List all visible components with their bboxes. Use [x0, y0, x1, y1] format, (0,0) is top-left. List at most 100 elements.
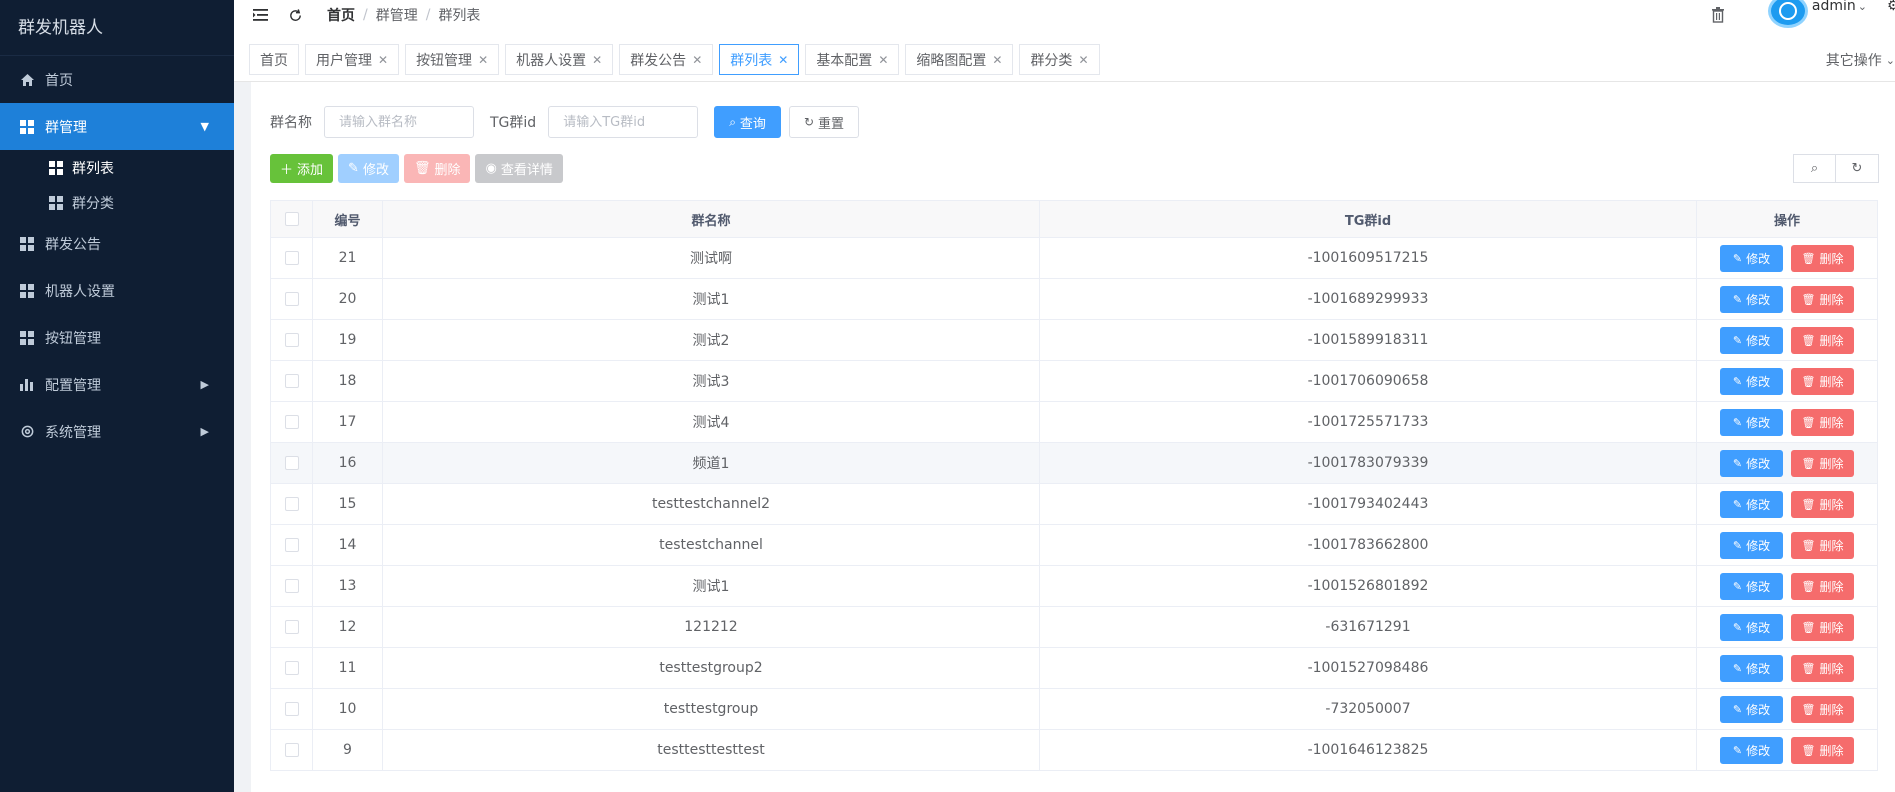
row-delete-button[interactable]: 🗑 删除 [1791, 531, 1854, 559]
close-icon[interactable]: ✕ [778, 53, 788, 67]
select-cell[interactable] [270, 483, 313, 525]
row-checkbox[interactable] [284, 292, 299, 306]
row-delete-button[interactable]: 🗑 删除 [1791, 654, 1854, 682]
row-edit-button[interactable]: ✎ 修改 [1720, 408, 1783, 436]
row-delete-button[interactable]: 🗑 删除 [1791, 736, 1854, 764]
row-edit-button[interactable]: ✎ 修改 [1720, 531, 1783, 559]
sidebar-item-button-management[interactable]: 按钮管理 [0, 314, 234, 361]
refresh-icon[interactable] [285, 5, 305, 25]
row-delete-button[interactable]: 🗑 删除 [1791, 490, 1854, 518]
refresh-button[interactable]: ↻ [1836, 154, 1879, 183]
tab-tag[interactable]: 群分类 ✕ [1019, 44, 1100, 75]
row-checkbox[interactable] [284, 661, 299, 675]
row-checkbox[interactable] [284, 456, 299, 470]
row-checkbox[interactable] [284, 497, 299, 511]
row-delete-button[interactable]: 🗑 删除 [1791, 408, 1854, 436]
query-button[interactable]: ⌕ 查询 [714, 106, 781, 138]
add-button[interactable]: ＋ 添加 [270, 154, 334, 183]
row-edit-button[interactable]: ✎ 修改 [1720, 572, 1783, 600]
row-edit-button[interactable]: ✎ 修改 [1720, 613, 1783, 641]
table-row[interactable]: 18 测试3 -1001706090658 ✎ 修改 🗑 删除 [270, 360, 1878, 402]
tg-id-input[interactable] [548, 106, 699, 138]
group-name-input[interactable] [324, 106, 474, 138]
breadcrumb-item[interactable]: 首页 [327, 5, 355, 25]
select-cell[interactable] [270, 278, 313, 320]
row-edit-button[interactable]: ✎ 修改 [1720, 654, 1783, 682]
row-checkbox[interactable] [284, 415, 299, 429]
select-all-cell[interactable] [270, 200, 313, 238]
reset-button[interactable]: ↻ 重置 [788, 106, 860, 138]
edit-button[interactable]: ✎ 修改 [338, 154, 399, 183]
row-delete-button[interactable]: 🗑 删除 [1791, 367, 1854, 395]
table-row[interactable]: 12 121212 -631671291 ✎ 修改 🗑 删除 [270, 606, 1878, 648]
select-cell[interactable] [270, 360, 313, 402]
tab-tag[interactable]: 群发公告 ✕ [619, 44, 714, 75]
row-delete-button[interactable]: 🗑 删除 [1791, 285, 1854, 313]
close-icon[interactable]: ✕ [992, 53, 1002, 67]
settings-icon[interactable]: ⚙ [1887, 0, 1895, 14]
tab-tag[interactable]: 机器人设置 ✕ [505, 44, 614, 75]
table-row[interactable]: 11 testtestgroup2 -1001527098486 ✎ 修改 🗑 删除 [270, 647, 1878, 689]
select-cell[interactable] [270, 524, 313, 566]
row-edit-button[interactable]: ✎ 修改 [1720, 490, 1783, 518]
table-row[interactable]: 17 测试4 -1001725571733 ✎ 修改 🗑 删除 [270, 401, 1878, 443]
sidebar-item-home[interactable]: 首页 [0, 56, 234, 103]
tab-tag[interactable]: 用户管理 ✕ [305, 44, 400, 75]
row-checkbox[interactable] [284, 538, 299, 552]
select-cell[interactable] [270, 237, 313, 279]
row-delete-button[interactable]: 🗑 删除 [1791, 326, 1854, 354]
search-toggle-button[interactable]: ⌕ [1793, 154, 1836, 183]
tab-tag[interactable]: 基本配置 ✕ [805, 44, 900, 75]
row-edit-button[interactable]: ✎ 修改 [1720, 695, 1783, 723]
row-delete-button[interactable]: 🗑 删除 [1791, 695, 1854, 723]
tab-tag[interactable]: 首页 [249, 44, 299, 75]
close-icon[interactable]: ✕ [478, 53, 488, 67]
table-row[interactable]: 20 测试1 -1001689299933 ✎ 修改 🗑 删除 [270, 278, 1878, 320]
row-checkbox[interactable] [284, 579, 299, 593]
row-edit-button[interactable]: ✎ 修改 [1720, 285, 1783, 313]
close-icon[interactable]: ✕ [592, 53, 602, 67]
table-row[interactable]: 14 testestchannel -1001783662800 ✎ 修改 🗑 删除 [270, 524, 1878, 566]
row-checkbox[interactable] [284, 702, 299, 716]
select-cell[interactable] [270, 319, 313, 361]
sidebar-item-broadcast[interactable]: 群发公告 [0, 220, 234, 267]
sidebar-item-bot-settings[interactable]: 机器人设置 [0, 267, 234, 314]
select-cell[interactable] [270, 688, 313, 730]
close-icon[interactable]: ✕ [878, 53, 888, 67]
user-name[interactable]: admin [1812, 0, 1856, 14]
row-edit-button[interactable]: ✎ 修改 [1720, 367, 1783, 395]
row-checkbox[interactable] [284, 333, 299, 347]
table-row[interactable]: 9 testtesttesttest -1001646123825 ✎ 修改 🗑 删除 [270, 729, 1878, 771]
row-checkbox[interactable] [284, 374, 299, 388]
row-checkbox[interactable] [284, 743, 299, 757]
sidebar-subitem-group-category[interactable]: 群分类 [0, 185, 234, 220]
sidebar-item-config-management[interactable]: 配置管理 ▶ [0, 361, 234, 408]
row-edit-button[interactable]: ✎ 修改 [1720, 244, 1783, 272]
table-row[interactable]: 21 测试啊 -1001609517215 ✎ 修改 🗑 删除 [270, 237, 1878, 279]
tab-tag[interactable]: 缩略图配置 ✕ [905, 44, 1014, 75]
table-row[interactable]: 10 testtestgroup -732050007 ✎ 修改 🗑 删除 [270, 688, 1878, 730]
row-delete-button[interactable]: 🗑 删除 [1791, 613, 1854, 641]
avatar[interactable] [1767, 0, 1808, 28]
chevron-down-icon[interactable]: ⌄ [1858, 0, 1867, 13]
row-edit-button[interactable]: ✎ 修改 [1720, 326, 1783, 354]
close-icon[interactable]: ✕ [378, 53, 388, 67]
row-edit-button[interactable]: ✎ 修改 [1720, 449, 1783, 477]
other-operations-dropdown[interactable]: 其它操作 ⌄ [1826, 38, 1895, 82]
select-cell[interactable] [270, 565, 313, 607]
hamburger-icon[interactable] [250, 5, 270, 25]
table-row[interactable]: 16 频道1 -1001783079339 ✎ 修改 🗑 删除 [270, 442, 1878, 484]
row-delete-button[interactable]: 🗑 删除 [1791, 244, 1854, 272]
select-cell[interactable] [270, 606, 313, 648]
row-delete-button[interactable]: 🗑 删除 [1791, 449, 1854, 477]
trash-icon[interactable] [1708, 5, 1728, 25]
select-cell[interactable] [270, 401, 313, 443]
row-edit-button[interactable]: ✎ 修改 [1720, 736, 1783, 764]
close-icon[interactable]: ✕ [1078, 53, 1088, 67]
table-row[interactable]: 15 testtestchannel2 -1001793402443 ✎ 修改 🗑 删除 [270, 483, 1878, 525]
table-row[interactable]: 13 测试1 -1001526801892 ✎ 修改 🗑 删除 [270, 565, 1878, 607]
select-cell[interactable] [270, 442, 313, 484]
row-delete-button[interactable]: 🗑 删除 [1791, 572, 1854, 600]
select-all-checkbox[interactable] [284, 212, 299, 226]
row-checkbox[interactable] [284, 251, 299, 265]
